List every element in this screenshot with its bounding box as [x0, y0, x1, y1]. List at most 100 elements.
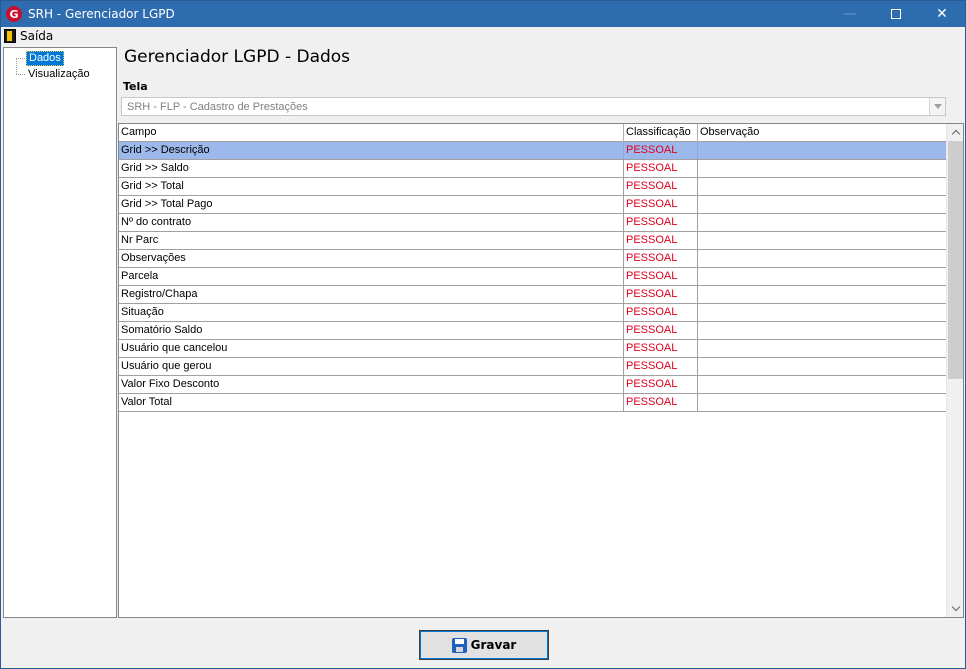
table-row[interactable]: Grid >> Total PESSOAL: [119, 178, 947, 196]
table-row[interactable]: Valor Total PESSOAL: [119, 394, 947, 412]
cell-observacao[interactable]: [698, 160, 947, 177]
save-button-label: Gravar: [470, 638, 517, 652]
cell-campo[interactable]: Nr Parc: [119, 232, 624, 249]
cell-campo[interactable]: Usuário que gerou: [119, 358, 624, 375]
column-header-observacao[interactable]: Observação: [698, 124, 947, 142]
cell-campo[interactable]: Situação: [119, 304, 624, 321]
cell-classificacao[interactable]: PESSOAL: [624, 250, 698, 267]
menu-exit[interactable]: Saída: [1, 29, 53, 43]
table-row[interactable]: Grid >> Total Pago PESSOAL: [119, 196, 947, 214]
tela-select-value: SRH - FLP - Cadastro de Prestações: [127, 100, 308, 113]
cell-observacao[interactable]: [698, 268, 947, 285]
close-icon: ✕: [936, 6, 948, 22]
minimize-button[interactable]: —: [827, 1, 873, 27]
table-row[interactable]: Parcela PESSOAL: [119, 268, 947, 286]
cell-classificacao[interactable]: PESSOAL: [624, 394, 698, 411]
cell-classificacao[interactable]: PESSOAL: [624, 178, 698, 195]
table-row[interactable]: Usuário que cancelou PESSOAL: [119, 340, 947, 358]
cell-observacao[interactable]: [698, 250, 947, 267]
cell-campo[interactable]: Valor Fixo Desconto: [119, 376, 624, 393]
table-row[interactable]: Registro/Chapa PESSOAL: [119, 286, 947, 304]
cell-observacao[interactable]: [698, 340, 947, 357]
maximize-button[interactable]: [873, 1, 919, 27]
cell-observacao[interactable]: [698, 358, 947, 375]
table-row[interactable]: Somatório Saldo PESSOAL: [119, 322, 947, 340]
cell-campo[interactable]: Usuário que cancelou: [119, 340, 624, 357]
column-header-classificacao[interactable]: Classificação: [624, 124, 698, 142]
app-logo-icon: G: [6, 6, 22, 22]
grid-body: Grid >> Descrição PESSOAL Grid >> Saldo PES…: [119, 142, 947, 412]
cell-classificacao[interactable]: PESSOAL: [624, 232, 698, 249]
cell-observacao[interactable]: [698, 286, 947, 303]
tela-label: Tela: [123, 80, 148, 93]
cell-campo[interactable]: Observações: [119, 250, 624, 267]
cell-classificacao[interactable]: PESSOAL: [624, 322, 698, 339]
menu-bar: Saída: [1, 27, 965, 45]
chevron-up-icon: [951, 129, 960, 139]
fields-grid: Campo Classificação Observação Grid >> D…: [118, 123, 964, 618]
tree-item-visualizacao[interactable]: Visualização: [16, 67, 92, 81]
cell-campo[interactable]: Grid >> Saldo: [119, 160, 624, 177]
column-header-campo[interactable]: Campo: [119, 124, 624, 142]
table-row[interactable]: Valor Fixo Desconto PESSOAL: [119, 376, 947, 394]
cell-observacao[interactable]: [698, 214, 947, 231]
tela-select[interactable]: SRH - FLP - Cadastro de Prestações: [121, 97, 946, 116]
scroll-down-button[interactable]: [947, 600, 964, 617]
exit-door-icon: [4, 29, 16, 43]
cell-campo[interactable]: Grid >> Descrição: [119, 142, 624, 159]
cell-campo[interactable]: Valor Total: [119, 394, 624, 411]
cell-classificacao[interactable]: PESSOAL: [624, 340, 698, 357]
tree-item-label: Visualização: [28, 67, 90, 80]
app-window: G SRH - Gerenciador LGPD — ✕ Saída Dados: [0, 0, 966, 669]
scroll-up-button[interactable]: [947, 124, 964, 141]
tree-connector: [16, 57, 25, 59]
cell-observacao[interactable]: [698, 232, 947, 249]
cell-classificacao[interactable]: PESSOAL: [624, 142, 698, 159]
cell-observacao[interactable]: [698, 394, 947, 411]
tree-item-label: Dados: [26, 50, 64, 66]
menu-exit-label: Saída: [20, 29, 54, 43]
cell-classificacao[interactable]: PESSOAL: [624, 160, 698, 177]
cell-campo[interactable]: Registro/Chapa: [119, 286, 624, 303]
window-controls: — ✕: [827, 1, 965, 27]
cell-observacao[interactable]: [698, 178, 947, 195]
cell-observacao[interactable]: [698, 142, 947, 159]
navigation-tree: Dados Visualização: [3, 47, 117, 618]
cell-classificacao[interactable]: PESSOAL: [624, 376, 698, 393]
cell-observacao[interactable]: [698, 322, 947, 339]
vertical-scrollbar[interactable]: [946, 124, 963, 617]
cell-campo[interactable]: Grid >> Total: [119, 178, 624, 195]
cell-classificacao[interactable]: PESSOAL: [624, 286, 698, 303]
table-row[interactable]: Situação PESSOAL: [119, 304, 947, 322]
table-row[interactable]: Observações PESSOAL: [119, 250, 947, 268]
cell-observacao[interactable]: [698, 304, 947, 321]
cell-classificacao[interactable]: PESSOAL: [624, 268, 698, 285]
tree-connector: [16, 73, 25, 75]
table-row[interactable]: Grid >> Descrição PESSOAL: [119, 142, 947, 160]
table-row[interactable]: Usuário que gerou PESSOAL: [119, 358, 947, 376]
title-bar[interactable]: G SRH - Gerenciador LGPD — ✕: [1, 1, 965, 27]
table-row[interactable]: Nº do contrato PESSOAL: [119, 214, 947, 232]
cell-observacao[interactable]: [698, 376, 947, 393]
cell-campo[interactable]: Parcela: [119, 268, 624, 285]
chevron-down-icon: [933, 104, 942, 109]
cell-classificacao[interactable]: PESSOAL: [624, 196, 698, 213]
tree-item-dados[interactable]: Dados: [16, 50, 64, 66]
close-button[interactable]: ✕: [919, 1, 965, 27]
cell-classificacao[interactable]: PESSOAL: [624, 358, 698, 375]
dropdown-button[interactable]: [929, 98, 945, 115]
cell-campo[interactable]: Grid >> Total Pago: [119, 196, 624, 213]
window-title: SRH - Gerenciador LGPD: [28, 7, 175, 21]
table-row[interactable]: Grid >> Saldo PESSOAL: [119, 160, 947, 178]
cell-classificacao[interactable]: PESSOAL: [624, 214, 698, 231]
cell-observacao[interactable]: [698, 196, 947, 213]
cell-campo[interactable]: Nº do contrato: [119, 214, 624, 231]
cell-campo[interactable]: Somatório Saldo: [119, 322, 624, 339]
floppy-disk-icon: [451, 637, 467, 653]
save-button[interactable]: Gravar: [419, 630, 549, 660]
chevron-down-icon: [951, 602, 960, 612]
scrollbar-thumb[interactable]: [948, 141, 963, 379]
cell-classificacao[interactable]: PESSOAL: [624, 304, 698, 321]
maximize-icon: [891, 9, 901, 19]
table-row[interactable]: Nr Parc PESSOAL: [119, 232, 947, 250]
